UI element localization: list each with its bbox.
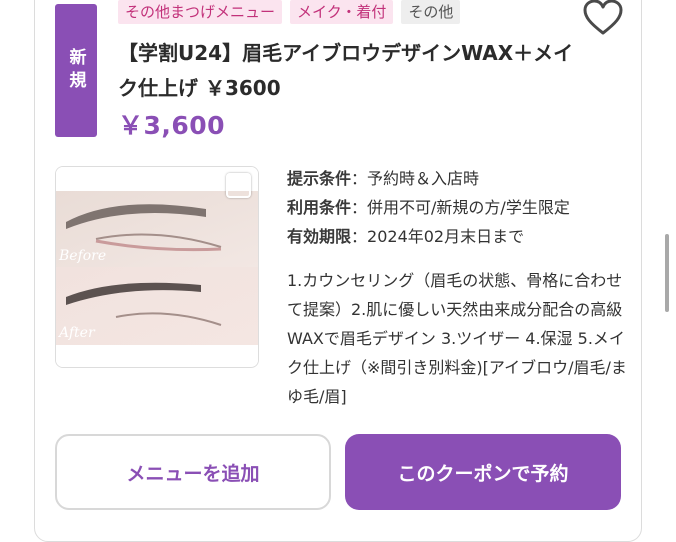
condition-row: 利用条件：併用不可/新規の方/学生限定 — [287, 198, 570, 217]
condition-value: 併用不可/新規の方/学生限定 — [367, 198, 570, 217]
condition-value: 予約時＆入店時 — [367, 169, 480, 188]
scrollbar[interactable] — [665, 234, 669, 312]
tag-other[interactable]: その他 — [401, 0, 461, 24]
condition-label: 利用条件 — [287, 198, 352, 217]
tag-eyelash-other[interactable]: その他まつげメニュー — [118, 0, 283, 24]
select-checkbox-icon[interactable] — [226, 173, 251, 198]
condition-label: 有効期限 — [287, 227, 352, 246]
add-menu-button[interactable]: メニューを追加 — [55, 434, 331, 510]
new-customer-badge: 新規 — [55, 4, 97, 137]
reserve-with-coupon-button[interactable]: このクーポンで予約 — [345, 434, 621, 510]
before-label: Before — [58, 248, 106, 264]
coupon-title: 【学割U24】眉毛アイブロウデザインWAX＋メイク仕上げ ￥3600 — [118, 41, 574, 100]
category-tags: その他まつげメニュー メイク・着付 その他 — [118, 0, 461, 24]
condition-value: 2024年02月末日まで — [367, 227, 525, 246]
condition-row: 有効期限：2024年02月末日まで — [287, 227, 525, 246]
coupon-conditions: 提示条件：予約時＆入店時 利用条件：併用不可/新規の方/学生限定 有効期限：20… — [287, 164, 627, 251]
heart-icon[interactable] — [582, 0, 624, 38]
coupon-description: 1.カウンセリング（眉毛の状態、骨格に合わせて提案）2.肌に優しい天然由来成分配… — [287, 271, 627, 406]
condition-row: 提示条件：予約時＆入店時 — [287, 169, 480, 188]
coupon-price: ￥3,600 — [118, 111, 226, 140]
after-label: After — [57, 325, 96, 341]
tag-makeup-kimono[interactable]: メイク・着付 — [290, 0, 394, 24]
condition-label: 提示条件 — [287, 169, 352, 188]
